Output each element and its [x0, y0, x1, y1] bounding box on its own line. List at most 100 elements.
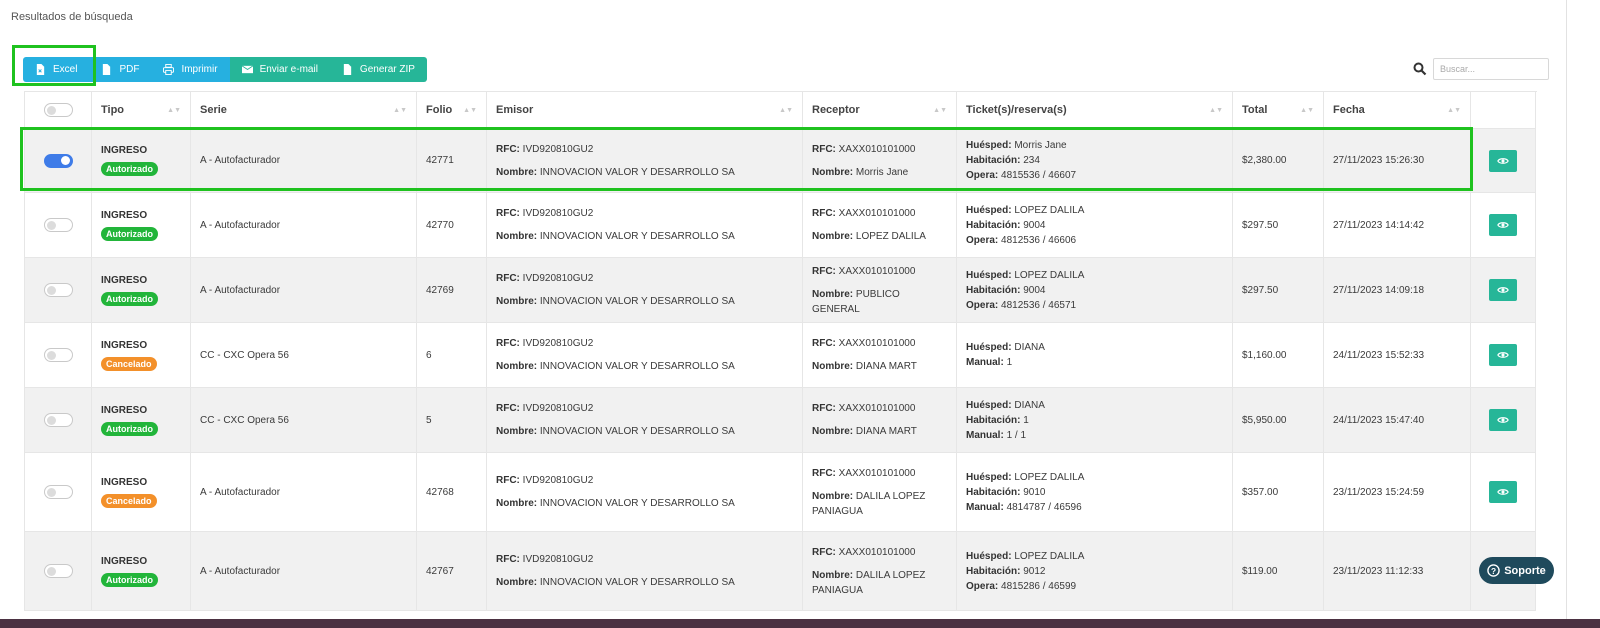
receptor-rfc: RFC: XAXX010101000: [812, 466, 947, 481]
reference-label: Opera:: [966, 299, 999, 311]
table-row[interactable]: INGRESO Cancelado CC - CXC Opera 56 6 RFC: I…: [25, 323, 1537, 388]
eye-icon: [1497, 287, 1509, 293]
header-label: Tipo: [101, 104, 125, 116]
receptor-cell: RFC: XAXX010101000 Nombre: DALILA LOPEZ P…: [803, 532, 957, 611]
room-value: 9004: [1023, 219, 1046, 231]
view-button[interactable]: [1489, 214, 1517, 236]
row-select-toggle[interactable]: [43, 564, 73, 578]
header-tipo[interactable]: Tipo ▲▼: [92, 92, 191, 129]
emisor-cell: RFC: IVD920810GU2 Nombre: INNOVACION VALO…: [487, 532, 803, 611]
reference-value: 4812536 / 46606: [1001, 234, 1077, 246]
rfc-label: RFC:: [812, 265, 836, 277]
view-button[interactable]: [1489, 344, 1517, 366]
select-cell: [25, 323, 92, 388]
emisor-cell: RFC: IVD920810GU2 Nombre: INNOVACION VALO…: [487, 388, 803, 453]
view-button[interactable]: [1489, 279, 1517, 301]
view-button[interactable]: [1489, 481, 1517, 503]
receptor-rfc: RFC: XAXX010101000: [812, 206, 947, 221]
rfc-value: XAXX010101000: [838, 265, 916, 277]
fecha-value: 23/11/2023 15:24:59: [1333, 486, 1425, 498]
highlight-row-box: [20, 127, 1473, 191]
tipo-cell: INGRESO Autorizado: [92, 532, 191, 611]
room-label: Habitación:: [966, 565, 1021, 577]
nombre-label: Nombre:: [496, 498, 538, 509]
header-folio[interactable]: Folio ▲▼: [417, 92, 487, 129]
room-label: Habitación:: [966, 219, 1021, 231]
rfc-label: RFC:: [812, 403, 836, 414]
table-body: INGRESO Autorizado A - Autofacturador 42771…: [25, 129, 1537, 611]
serie-value: A - Autofacturador: [200, 284, 281, 296]
reference-value: 1: [1006, 357, 1013, 368]
nombre-value: INNOVACION VALOR Y DESARROLLO SA: [539, 498, 735, 509]
emisor-rfc: RFC: IVD920810GU2: [496, 401, 793, 416]
row-select-toggle[interactable]: [43, 348, 73, 362]
guest-label: Huésped:: [966, 550, 1012, 562]
nombre-label: Nombre:: [496, 361, 538, 372]
fecha-value: 27/11/2023 14:09:18: [1333, 284, 1425, 296]
header-label: Ticket(s)/reserva(s): [966, 104, 1067, 116]
ticket-reference: Opera: 4815286 / 46599: [966, 579, 1223, 594]
row-select-toggle[interactable]: [43, 283, 73, 297]
print-button-label: Imprimir: [181, 64, 218, 75]
receptor-cell: RFC: XAXX010101000 Nombre: PUBLICO GENERA…: [803, 258, 957, 323]
print-button[interactable]: Imprimir: [151, 57, 230, 82]
send-email-button[interactable]: Enviar e-mail: [229, 57, 330, 82]
table-row[interactable]: INGRESO Autorizado A - Autofacturador 42767…: [25, 532, 1537, 611]
table-row[interactable]: INGRESO Autorizado A - Autofacturador 42769…: [25, 258, 1537, 323]
view-button[interactable]: [1489, 149, 1517, 172]
send-email-button-label: Enviar e-mail: [259, 64, 318, 75]
select-cell: [25, 532, 92, 611]
tipo-cell: INGRESO Autorizado: [92, 193, 191, 258]
rfc-label: RFC:: [812, 338, 836, 349]
fecha-cell: 23/11/2023 11:12:33: [1324, 532, 1471, 611]
tipo-cell: INGRESO Autorizado: [92, 388, 191, 453]
nombre-label: Nombre:: [812, 231, 854, 242]
svg-text:?: ?: [1491, 566, 1496, 576]
room-value: 9004: [1023, 284, 1046, 296]
nombre-value: DIANA MART: [855, 426, 917, 437]
total-cell: $119.00: [1233, 532, 1324, 611]
view-button[interactable]: [1489, 409, 1517, 431]
folio-value: 42769: [426, 284, 454, 296]
tipo-value: INGRESO: [101, 274, 148, 286]
envelope-icon: [241, 65, 253, 74]
search-input[interactable]: [1433, 58, 1549, 80]
nombre-label: Nombre:: [496, 426, 538, 437]
folio-value: 6: [426, 349, 432, 361]
serie-value: A - Autofacturador: [200, 486, 281, 498]
sort-icon: ▲▼: [393, 106, 407, 114]
sort-icon: ▲▼: [463, 106, 477, 114]
header-total[interactable]: Total ▲▼: [1233, 92, 1324, 129]
emisor-rfc: RFC: IVD920810GU2: [496, 473, 793, 488]
row-select-toggle[interactable]: [43, 413, 73, 427]
nombre-label: Nombre:: [812, 361, 854, 372]
header-serie[interactable]: Serie ▲▼: [191, 92, 417, 129]
header-receptor[interactable]: Receptor ▲▼: [803, 92, 957, 129]
fecha-value: 23/11/2023 11:12:33: [1333, 565, 1424, 577]
emisor-cell: RFC: IVD920810GU2 Nombre: INNOVACION VALO…: [487, 193, 803, 258]
select-all-toggle[interactable]: [43, 103, 73, 117]
header-tickets[interactable]: Ticket(s)/reserva(s) ▲▼: [957, 92, 1233, 129]
header-fecha[interactable]: Fecha ▲▼: [1324, 92, 1471, 129]
header-emisor[interactable]: Emisor ▲▼: [487, 92, 803, 129]
receptor-nombre: Nombre: DIANA MART: [812, 424, 947, 439]
table-row[interactable]: INGRESO Cancelado A - Autofacturador 42768 R…: [25, 453, 1537, 532]
serie-cell: CC - CXC Opera 56: [191, 323, 417, 388]
rfc-value: XAXX010101000: [838, 338, 916, 349]
folio-cell: 42767: [417, 532, 487, 611]
generate-zip-button[interactable]: Generar ZIP: [329, 57, 427, 82]
nombre-value: INNOVACION VALOR Y DESARROLLO SA: [539, 296, 735, 307]
table-row[interactable]: INGRESO Autorizado A - Autofacturador 42770…: [25, 193, 1537, 258]
pdf-button[interactable]: PDF: [89, 57, 152, 82]
support-button[interactable]: ? Soporte: [1479, 557, 1554, 584]
rfc-value: IVD920810GU2: [522, 475, 594, 486]
row-select-toggle[interactable]: [43, 485, 73, 499]
status-badge: Autorizado: [101, 572, 158, 587]
tipo-cell: INGRESO Cancelado: [92, 323, 191, 388]
emisor-nombre: Nombre: INNOVACION VALOR Y DESARROLLO SA: [496, 229, 793, 244]
reference-label: Opera:: [966, 580, 999, 592]
row-select-toggle[interactable]: [43, 218, 73, 232]
rfc-value: XAXX010101000: [838, 467, 916, 479]
serie-value: CC - CXC Opera 56: [200, 414, 289, 426]
table-row[interactable]: INGRESO Autorizado CC - CXC Opera 56 5 RFC: …: [25, 388, 1537, 453]
